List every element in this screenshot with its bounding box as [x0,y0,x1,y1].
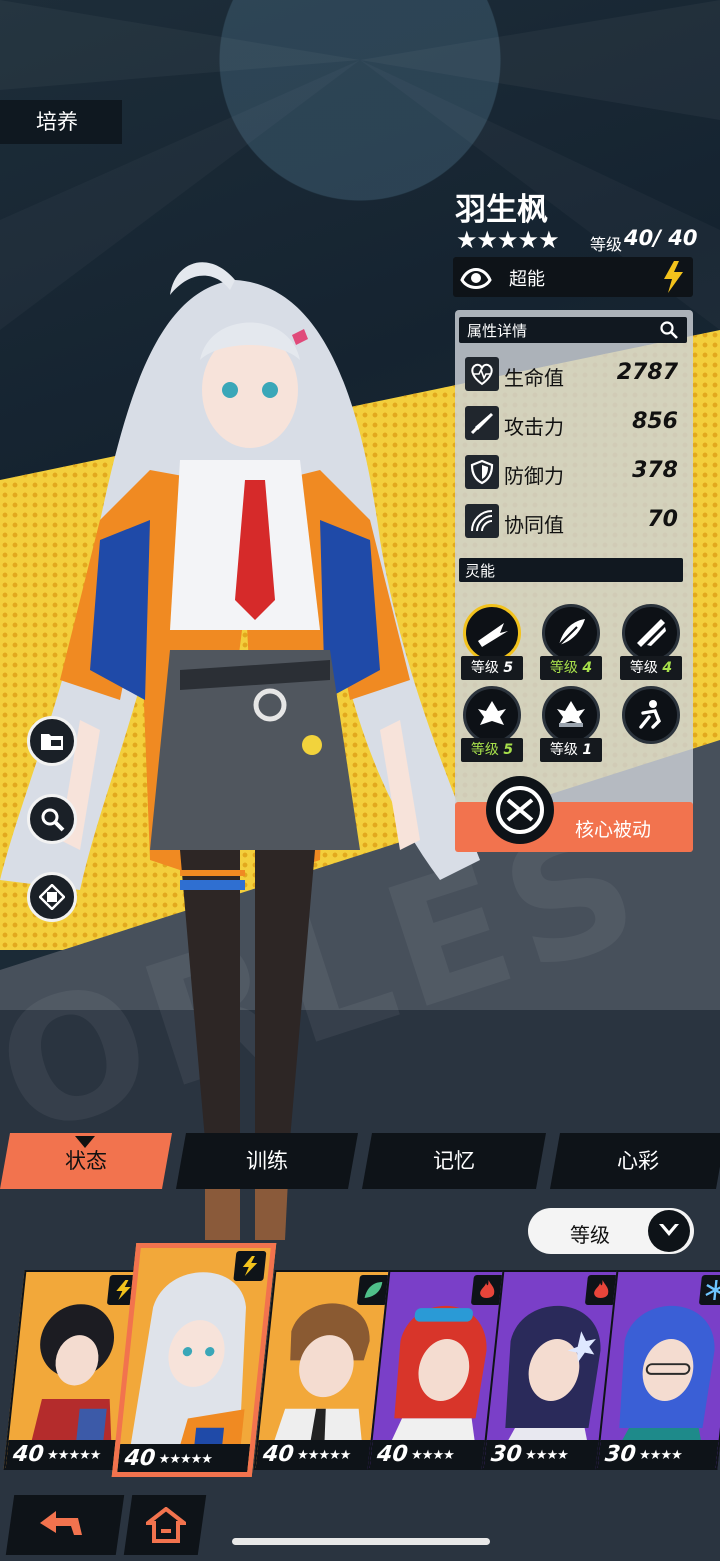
sync-wave-icon [465,504,499,538]
psi-skill-3[interactable]: 等级 4 [620,604,682,682]
core-passive-icon [486,776,554,844]
card-level: 40 [123,1446,157,1471]
psi-skill-1[interactable]: 等级 5 [461,604,523,682]
search-icon[interactable] [659,320,679,340]
tab-training[interactable]: 训练 [176,1133,358,1189]
level-value: 40/ 40 [624,226,698,250]
inspect-button[interactable] [27,794,77,844]
core-passive-label: 核心被动 [575,819,652,841]
magnify-icon [41,808,65,832]
leaf-spark-skill-icon [542,686,600,744]
tab-memory[interactable]: 记忆 [362,1133,546,1189]
stat-row-hp: 生命值 2787 [462,354,686,394]
card-stars: ★★★★★ [157,1452,213,1467]
card-stars: ★★★★ [524,1448,569,1463]
card-stars: ★★★★ [638,1448,683,1463]
skill-level: 等级 1 [540,738,602,762]
card-level: 40 [375,1442,410,1467]
slash-skill-icon [622,604,680,662]
badge-button[interactable] [27,872,77,922]
attribute-details-header[interactable]: 属性详情 [459,317,687,343]
sword-icon [465,406,499,440]
element-type-label: 超能 [509,269,545,290]
card-level: 40 [11,1442,46,1467]
dash-skill-icon [622,686,680,744]
folder-icon [41,734,63,750]
archive-button[interactable] [27,716,77,766]
card-footer: 40 ★★★★ [369,1440,491,1468]
badge-two-icon [39,884,65,910]
card-stars: ★★★★★ [46,1448,102,1463]
card-footer: 30 ★★★★ [597,1440,719,1468]
home-button[interactable] [123,1495,207,1555]
heart-pulse-icon [465,357,499,391]
card-stars: ★★★★ [410,1448,455,1463]
card-footer: 40 ★★★★★ [5,1440,127,1468]
stat-value: 378 [632,458,678,483]
active-tab-indicator [75,1136,95,1148]
lightning-bolt-icon [233,1251,267,1281]
card-stars: ★★★★★ [296,1448,352,1463]
leaf-skill-icon [463,686,521,744]
cultivate-tag: 培养 [0,100,122,144]
card-level: 40 [261,1442,296,1467]
roster-card[interactable]: 30 ★★★★ [595,1270,720,1470]
skill-level: 等级 5 [461,738,523,762]
card-footer: 40 ★★★★★ [255,1440,377,1468]
esper-eye-icon [460,268,492,289]
character-name: 羽生枫 [455,192,548,228]
character-stars: ★★★★★ [456,226,560,254]
snowflake-icon [698,1275,720,1305]
home-icon [146,1507,186,1543]
card-level: 30 [603,1442,638,1467]
back-button[interactable] [5,1495,125,1555]
card-footer: 30 ★★★★ [483,1440,605,1468]
sort-dropdown[interactable]: 等级 [528,1208,694,1254]
sort-label: 等级 [570,1223,610,1247]
skill-level: 等级 5 [461,656,523,680]
burst-skill-icon [463,604,521,662]
feather-skill-icon [542,604,600,662]
tab-heart-color[interactable]: 心彩 [550,1133,720,1189]
stat-value: 70 [647,507,678,532]
card-level: 30 [489,1442,524,1467]
stat-row-synergy: 协同值 70 [462,501,686,541]
element-type-bar: 超能 [453,257,693,297]
psi-skill-5[interactable]: 等级 1 [540,686,602,764]
psi-skill-4[interactable]: 等级 5 [461,686,523,764]
back-icon [40,1511,82,1535]
home-indicator[interactable] [232,1538,490,1545]
stat-value: 856 [632,409,678,434]
attribute-details-title: 属性详情 [467,322,528,340]
level-label: 等级 [590,235,623,254]
stat-label: 防御力 [504,464,564,488]
psi-skill-2[interactable]: 等级 4 [540,604,602,682]
skill-level: 等级 4 [540,656,602,680]
psi-skill-6[interactable] [620,686,682,764]
psi-header: 灵能 [459,558,683,582]
character-portrait [126,1272,246,1469]
shield-icon [465,455,499,489]
stat-label: 协同值 [504,513,564,537]
stat-label: 攻击力 [504,415,564,439]
chevron-down-icon [648,1210,690,1252]
psi-title: 灵能 [465,562,496,580]
roster-card-selected[interactable]: 40 ★★★★★ [111,1243,277,1477]
lightning-bolt-icon [664,261,683,293]
card-footer: 40 ★★★★★ [117,1444,251,1472]
stat-value: 2787 [616,360,678,385]
stat-row-defense: 防御力 378 [462,452,686,492]
stat-label: 生命值 [504,366,564,390]
skill-level: 等级 4 [620,656,682,680]
stat-row-attack: 攻击力 856 [462,403,686,443]
